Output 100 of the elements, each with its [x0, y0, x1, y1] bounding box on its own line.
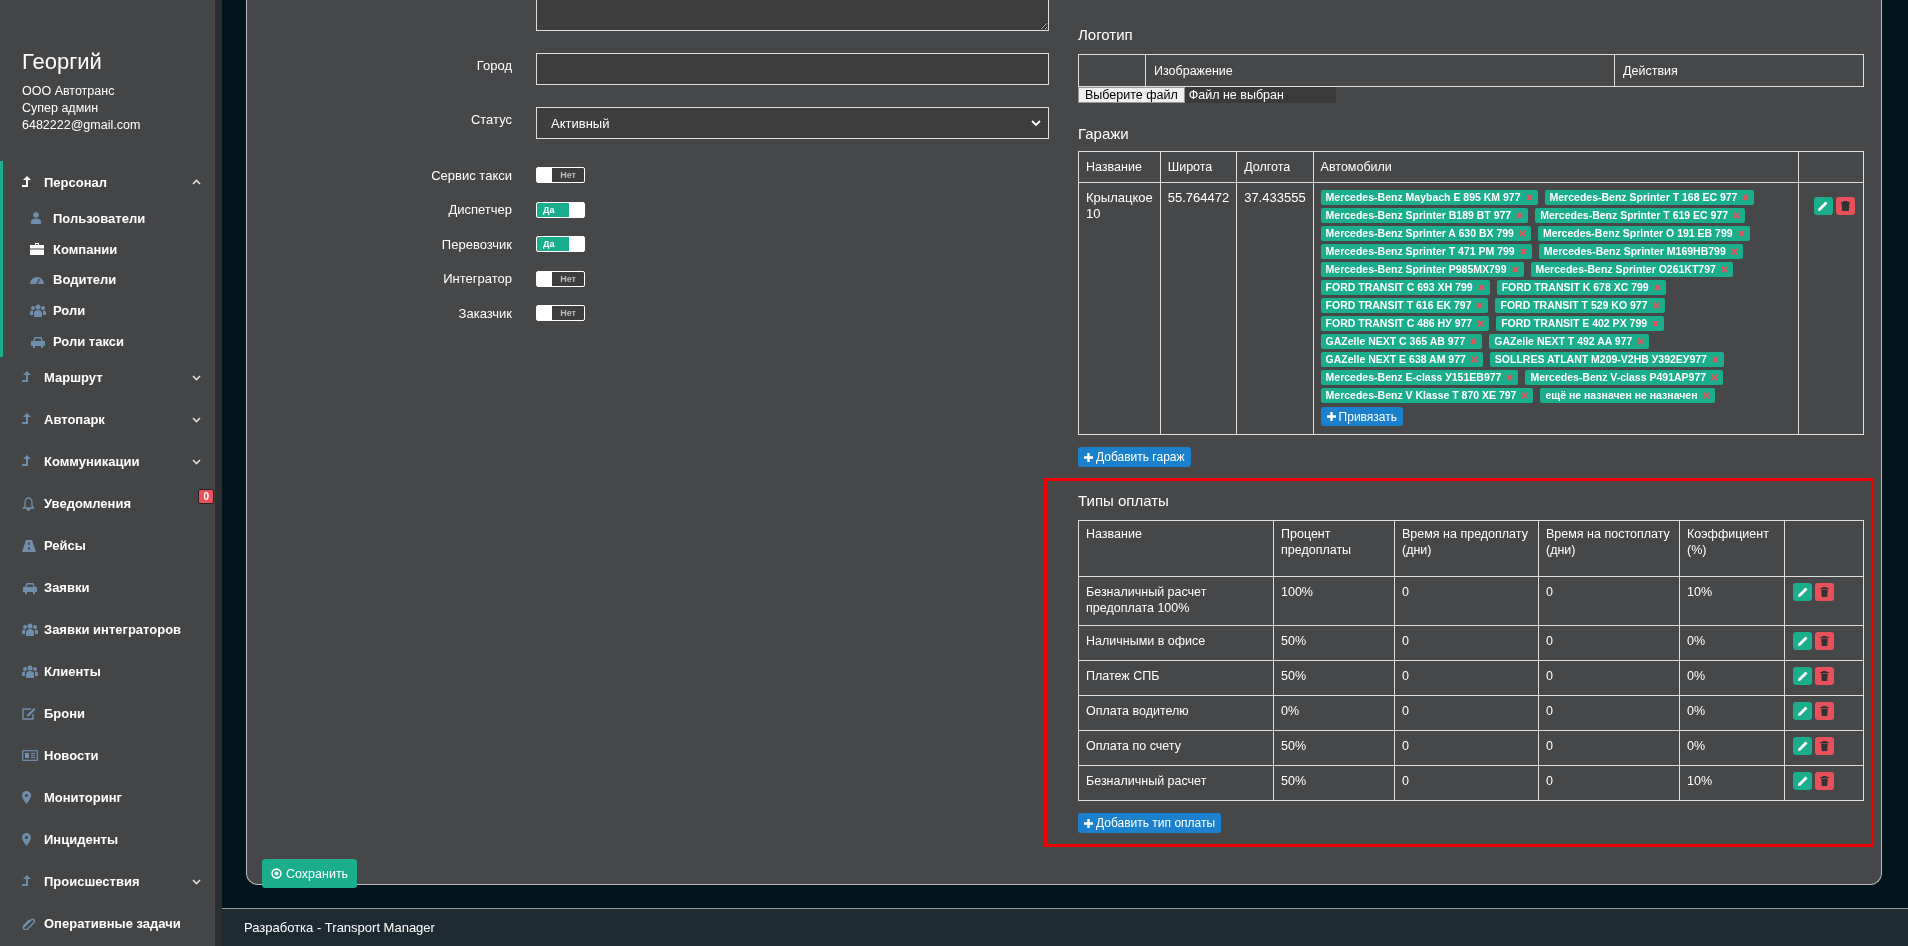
remove-icon[interactable]	[1470, 356, 1478, 363]
delete-button[interactable]	[1815, 702, 1834, 720]
remove-icon[interactable]	[1653, 284, 1661, 291]
sidebar-item[interactable]: Мониторинг	[3, 777, 215, 819]
trash-icon	[1820, 636, 1829, 646]
table-cell: 0%	[1679, 695, 1785, 731]
remove-icon[interactable]	[1737, 230, 1745, 237]
remove-icon[interactable]	[1477, 320, 1485, 327]
remove-icon[interactable]	[1521, 392, 1529, 399]
vehicle-tag: GAZelle NEXT C 365 AB 977	[1320, 334, 1483, 349]
remove-icon[interactable]	[1519, 248, 1527, 255]
toggle-label: Заказчик	[457, 305, 512, 321]
delete-button[interactable]	[1835, 197, 1855, 215]
remove-icon[interactable]	[1652, 302, 1660, 309]
remove-icon[interactable]	[1518, 230, 1526, 237]
remove-icon[interactable]	[1477, 284, 1485, 291]
arrow-up-icon	[22, 875, 32, 889]
table-cell: Безналичный расчет предоплата 100%	[1078, 576, 1274, 626]
toggle-switch[interactable]: Нет	[536, 305, 585, 322]
remove-icon[interactable]	[1711, 374, 1719, 381]
edit-button[interactable]	[1793, 667, 1812, 685]
vehicle-tag: Mercedes-Benz Sprinter T 619 EC 977	[1535, 208, 1746, 223]
delete-button[interactable]	[1815, 632, 1834, 650]
column-header: Широта	[1160, 151, 1237, 183]
delete-button[interactable]	[1815, 667, 1834, 685]
sidebar-item[interactable]: Оперативные задачи	[3, 903, 215, 945]
sidebar-item[interactable]: Клиенты	[3, 651, 215, 693]
edit-button[interactable]	[1793, 702, 1812, 720]
toggle-label: Перевозчик	[440, 236, 512, 252]
vehicle-tag: Mercedes-Benz Sprinter O261KT797	[1530, 262, 1733, 277]
company-name: ООО Автотранс	[22, 83, 116, 100]
sidebar-item[interactable]: Автопарк	[3, 399, 215, 441]
table-cell: 0	[1538, 765, 1680, 801]
pencil-icon	[1797, 587, 1808, 597]
sidebar-item[interactable]: Рейсы	[3, 525, 215, 567]
user-icon	[30, 212, 42, 225]
users-icon	[22, 665, 38, 679]
sidebar-item[interactable]: Маршрут	[3, 357, 215, 399]
scrollbar[interactable]	[215, 0, 222, 946]
table-cell: 50%	[1273, 625, 1395, 661]
sidebar-subitem[interactable]: Пользователи	[3, 203, 215, 234]
vehicle-tag: GAZelle NEXT E 638 AM 977	[1320, 352, 1483, 367]
plus-icon	[1084, 818, 1093, 828]
remove-icon[interactable]	[1730, 248, 1738, 255]
table-cell: Платеж СПБ	[1078, 660, 1274, 696]
bind-button[interactable]: Привязать	[1320, 407, 1403, 426]
remove-icon[interactable]	[1652, 320, 1660, 327]
edit-button[interactable]	[1813, 197, 1833, 215]
edit-button[interactable]	[1793, 583, 1812, 601]
sidebar-subitem[interactable]: Водители	[3, 264, 215, 296]
user-name: Георгий	[22, 49, 103, 75]
edit-button[interactable]	[1793, 772, 1812, 790]
remove-icon[interactable]	[1525, 194, 1533, 201]
sidebar-item[interactable]: Коммуникации	[3, 441, 215, 483]
add-payment-type-button[interactable]: Добавить тип оплаты	[1078, 813, 1222, 833]
city-input-field[interactable]	[536, 53, 1049, 85]
trash-icon	[1820, 587, 1829, 597]
remove-icon[interactable]	[1516, 212, 1524, 219]
table-cell: 50%	[1273, 765, 1395, 801]
sidebar-item[interactable]: Новости	[3, 735, 215, 777]
remove-icon[interactable]	[1702, 392, 1710, 399]
sidebar-item[interactable]: Заявки	[3, 567, 215, 609]
vehicle-tag: FORD TRANSIT K 678 XC 799	[1496, 280, 1666, 295]
field-label: Статус	[469, 111, 512, 129]
edit-button[interactable]	[1793, 632, 1812, 650]
vehicle-tag: Mercedes-Benz Sprinter P985MX799	[1320, 262, 1524, 277]
column-header: Долгота	[1236, 151, 1314, 183]
sidebar-item[interactable]: Заявки интеграторов	[3, 609, 215, 651]
table-cell: Наличными в офисе	[1078, 625, 1274, 661]
toggle-switch[interactable]: Нет	[536, 270, 585, 287]
remove-icon[interactable]	[1733, 212, 1741, 219]
sidebar-item[interactable]: Брони	[3, 693, 215, 735]
sidebar-item[interactable]: Инциденты	[3, 819, 215, 861]
delete-button[interactable]	[1815, 737, 1834, 755]
edit-button[interactable]	[1793, 737, 1812, 755]
remove-icon[interactable]	[1711, 356, 1719, 363]
pencil-icon	[1797, 741, 1808, 751]
toggle-switch[interactable]: Нет	[536, 167, 585, 184]
sidebar-subitem[interactable]: Компании	[3, 233, 215, 265]
sidebar-item[interactable]: Персонал	[3, 161, 215, 203]
remove-icon[interactable]	[1511, 266, 1519, 273]
sidebar-subitem[interactable]: Роли такси	[3, 326, 215, 357]
delete-button[interactable]	[1815, 583, 1834, 601]
remove-icon[interactable]	[1506, 374, 1514, 381]
remove-icon[interactable]	[1470, 338, 1478, 345]
add-garage-button[interactable]: Добавить гараж	[1078, 447, 1191, 467]
sidebar-item[interactable]: Уведомления 0	[3, 483, 215, 525]
remove-icon[interactable]	[1720, 266, 1728, 273]
delete-button[interactable]	[1815, 772, 1834, 790]
remove-icon[interactable]	[1742, 194, 1750, 201]
table-cell: 0	[1538, 730, 1680, 766]
status-select[interactable]: Активный	[536, 107, 1049, 139]
road-icon	[22, 540, 36, 552]
remove-icon[interactable]	[1637, 338, 1645, 345]
table-cell: 0	[1538, 660, 1680, 696]
remove-icon[interactable]	[1476, 302, 1484, 309]
textarea-field[interactable]	[536, 0, 1049, 31]
sidebar-subitem[interactable]: Роли	[3, 295, 215, 327]
sidebar-item[interactable]: Происшествия	[3, 861, 215, 903]
vehicle-tag: FORD TRANSIT C 486 HУ 977	[1320, 316, 1490, 331]
